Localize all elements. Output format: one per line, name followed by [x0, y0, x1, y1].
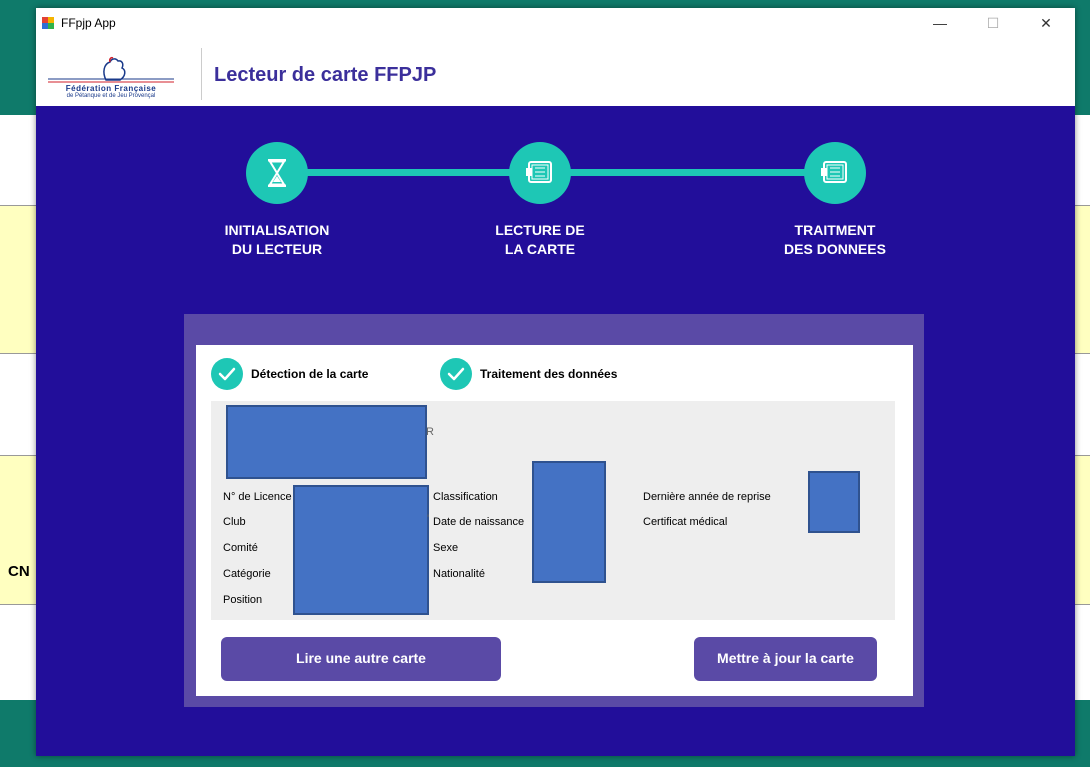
- main-area: INITIALISATION DU LECTEUR LECTURE DE LA …: [36, 106, 1075, 756]
- label-nationalite: Nationalité: [433, 568, 485, 580]
- step-1-line2: DU LECTEUR: [231, 241, 323, 257]
- card-result-content: Détection de la carte Traitement des don…: [196, 345, 913, 696]
- step-1-label: INITIALISATION DU LECTEUR: [197, 221, 357, 259]
- app-window: FFpjp App — ☐ ✕ Fédération Française de …: [36, 8, 1075, 756]
- status-processing-label: Traitement des données: [480, 367, 618, 381]
- logo-subtitle: de Pétanque et de Jeu Provençal: [66, 93, 156, 99]
- label-licence: N° de Licence: [223, 491, 292, 503]
- background-cn-text: CN: [8, 563, 30, 580]
- maximize-button[interactable]: ☐: [970, 8, 1016, 38]
- label-sexe: Sexe: [433, 542, 459, 554]
- read-another-card-button[interactable]: Lire une autre carte: [221, 637, 501, 681]
- card-icon: [526, 161, 552, 183]
- rooster-icon: [48, 57, 174, 83]
- hourglass-icon: [268, 159, 286, 187]
- stray-tick: ': [427, 513, 430, 525]
- step-3-line1: TRAITMENT: [794, 222, 876, 238]
- step-1-line1: INITIALISATION: [224, 222, 330, 238]
- step-2-circle: [509, 142, 571, 204]
- check-icon: [211, 358, 243, 390]
- label-comite: Comité: [223, 542, 258, 554]
- update-card-button[interactable]: Mettre à jour la carte: [694, 637, 877, 681]
- label-position: Position: [223, 594, 263, 606]
- step-2-label: LECTURE DE LA CARTE: [460, 221, 620, 259]
- label-classification: Classification: [433, 491, 498, 503]
- step-2-line2: LA CARTE: [504, 241, 576, 257]
- card-icon: [821, 161, 847, 183]
- ffpjp-logo: Fédération Française de Pétanque et de J…: [46, 54, 176, 100]
- title-bar[interactable]: FFpjp App — ☐ ✕: [36, 8, 1075, 38]
- check-icon: [440, 358, 472, 390]
- header-divider: [201, 48, 202, 100]
- label-derniere-annee: Dernière année de reprise: [643, 491, 771, 503]
- redacted-reprise-values: [808, 471, 860, 533]
- logo-title: Fédération Française: [65, 84, 157, 93]
- redacted-name: [226, 405, 427, 479]
- label-date-naissance: Date de naissance: [433, 516, 525, 528]
- step-3-circle: [804, 142, 866, 204]
- minimize-button[interactable]: —: [917, 8, 963, 38]
- label-certificat-medical: Certificat médical: [643, 516, 728, 528]
- stray-character: R: [426, 426, 434, 438]
- card-info-box: R N° de Licence Club Comité Catégorie Po…: [211, 401, 895, 620]
- card-result-panel: Détection de la carte Traitement des don…: [184, 314, 924, 707]
- app-header: Fédération Française de Pétanque et de J…: [36, 38, 1075, 106]
- label-categorie: Catégorie: [223, 568, 271, 580]
- redacted-classification-values: [532, 461, 606, 583]
- redacted-licence-values: [293, 485, 429, 615]
- close-button[interactable]: ✕: [1023, 8, 1069, 38]
- step-3-label: TRAITMENT DES DONNEES: [755, 221, 915, 259]
- status-detection-label: Détection de la carte: [251, 367, 369, 381]
- window-title: FFpjp App: [61, 16, 116, 30]
- step-1-circle: [246, 142, 308, 204]
- step-2-line1: LECTURE DE: [495, 222, 585, 238]
- app-icon: [42, 17, 54, 29]
- page-title: Lecteur de carte FFPJP: [214, 64, 437, 86]
- step-3-line2: DES DONNEES: [784, 241, 886, 257]
- label-club: Club: [223, 516, 246, 528]
